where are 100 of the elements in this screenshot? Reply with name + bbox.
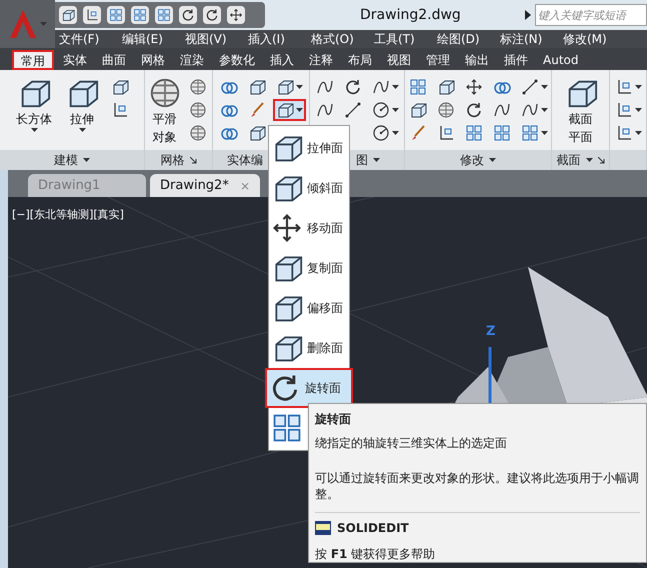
arrows-icon: [464, 78, 482, 96]
rotate-icon: [205, 8, 219, 22]
menu-item[interactable]: 视图(V): [185, 30, 248, 48]
globe-icon: [436, 101, 454, 119]
menu-option[interactable]: 旋转面: [265, 368, 353, 408]
curve-icon: [520, 101, 538, 119]
menu-item[interactable]: 格式(O): [311, 30, 374, 48]
launcher-icon[interactable]: [190, 156, 196, 164]
caret-icon: [540, 108, 548, 112]
panel-title: 建模: [54, 152, 78, 169]
search-field[interactable]: 键入关键字或短语: [535, 4, 647, 26]
caret-icon: [540, 85, 548, 89]
curve-icon: [316, 101, 334, 119]
ribbon-tab[interactable]: 视图: [381, 50, 417, 70]
toolbar-button[interactable]: [59, 6, 77, 24]
caret-icon: [586, 158, 592, 162]
panel-title: 网格: [160, 152, 184, 169]
tooltip-description: 绕指定的轴旋转三维实体上的选定面: [315, 435, 508, 452]
menu-item[interactable]: 工具(T): [374, 30, 437, 48]
caret-icon: [634, 108, 642, 112]
caret-icon: [30, 128, 38, 132]
menu-item[interactable]: 文件(F): [59, 30, 122, 48]
launcher-icon[interactable]: [598, 156, 604, 164]
cube-icon: [248, 78, 266, 96]
caret-icon: [634, 131, 642, 135]
ribbon-tab[interactable]: 参数化: [213, 50, 261, 70]
ribbon-large-button[interactable]: 拉伸: [60, 76, 104, 132]
grid-icon: [271, 412, 303, 444]
ribbon-tab[interactable]: Autod: [537, 50, 584, 70]
curve-icon: [372, 78, 390, 96]
ribbon-tab[interactable]: 插件: [498, 50, 534, 70]
ribbon-tab[interactable]: 布局: [342, 50, 378, 70]
ribbon-large-button[interactable]: 平滑对象: [147, 76, 182, 146]
circle-icon: [372, 124, 390, 142]
caret-icon: [40, 22, 47, 26]
ribbon-tab[interactable]: 常用: [12, 50, 54, 70]
ribbon-tab[interactable]: 曲面: [96, 50, 132, 70]
line-icon: [344, 101, 362, 119]
tooltip-title: 旋转面: [315, 411, 352, 428]
ribbon-tab[interactable]: 管理: [420, 50, 456, 70]
curve-icon: [492, 101, 510, 119]
ribbon-tab[interactable]: 插入: [264, 50, 300, 70]
ribbon-tab[interactable]: 实体: [57, 50, 93, 70]
panel-title: 实体编: [227, 152, 263, 169]
viewport-label: [−][东北等轴测][真实]: [12, 207, 124, 223]
panel-title: 修改: [460, 152, 484, 169]
caret-icon: [296, 85, 302, 89]
toolbar-button[interactable]: [179, 6, 197, 24]
expand-icon: [524, 10, 532, 20]
grid-icon: [157, 8, 171, 22]
toolbar-button[interactable]: [227, 6, 245, 24]
menu-option[interactable]: 拉伸面: [269, 128, 349, 168]
menu-option[interactable]: 复制面: [269, 248, 349, 288]
ribbon-tab[interactable]: 输出: [459, 50, 495, 70]
cube-icon: [436, 78, 454, 96]
window-title: Drawing2.dwg: [360, 6, 461, 24]
menu-item[interactable]: 插入(I): [248, 30, 311, 48]
split-button[interactable]: [272, 99, 306, 121]
caret-icon: [83, 158, 90, 162]
menu-item[interactable]: 绘图(D): [437, 30, 500, 48]
command-name: SOLIDEDIT: [337, 520, 409, 537]
command-window-icon: [315, 521, 331, 535]
menu-item[interactable]: 标注(N): [500, 30, 563, 48]
grid-icon: [109, 8, 123, 22]
menu-option[interactable]: 偏移面: [269, 288, 349, 328]
cube-icon: [276, 78, 294, 96]
curve-icon: [316, 78, 334, 96]
ribbon-tab[interactable]: 网格: [135, 50, 171, 70]
caret-icon: [296, 108, 302, 112]
document-tab[interactable]: Drawing2* ×: [150, 174, 260, 197]
circle-icon: [372, 101, 390, 119]
grid-icon: [408, 78, 426, 96]
ribbon-large-button[interactable]: 长方体: [12, 76, 56, 132]
menu-option[interactable]: 删除面: [269, 328, 349, 368]
toolbar-button[interactable]: [203, 6, 221, 24]
panel-title: 截面: [556, 152, 580, 169]
rotate-icon: [344, 78, 362, 96]
menu-item[interactable]: 编辑(E): [122, 30, 185, 48]
arrows-icon: [229, 8, 243, 22]
grid-icon: [464, 124, 482, 142]
cube-icon: [111, 78, 129, 96]
globe-icon: [189, 101, 207, 119]
logo-icon: [8, 8, 38, 40]
panel-title: 图: [356, 152, 368, 169]
axis-icon: [85, 8, 99, 22]
menu-item[interactable]: 修改(M): [563, 30, 626, 48]
menu-option[interactable]: 移动面: [269, 208, 349, 248]
ribbon-tab[interactable]: 注释: [303, 50, 339, 70]
globe-icon: [189, 78, 207, 96]
toolbar-button[interactable]: [83, 6, 101, 24]
rotate-icon: [181, 8, 195, 22]
caret-icon: [489, 158, 496, 162]
caret-icon: [392, 108, 398, 112]
grid-icon: [520, 124, 538, 142]
ribbon-large-button[interactable]: 截面平面: [558, 76, 602, 146]
caret-icon: [78, 128, 86, 132]
caret-icon: [373, 158, 380, 162]
ribbon-tab[interactable]: 渲染: [174, 50, 210, 70]
cube-icon: [408, 101, 426, 119]
menu-option[interactable]: 倾斜面: [269, 168, 349, 208]
